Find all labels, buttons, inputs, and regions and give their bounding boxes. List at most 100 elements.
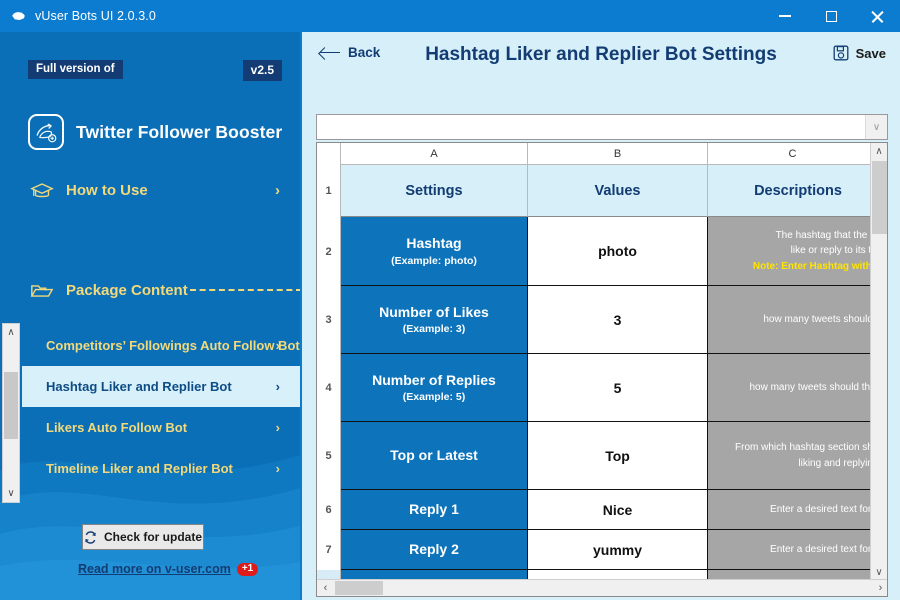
- setting-name: Number of Replies: [372, 371, 496, 388]
- setting-example: (Example: 3): [402, 323, 466, 336]
- version-badge: v2.5: [242, 60, 282, 81]
- sidebar-item-label-how-to-use: How to Use: [66, 181, 148, 199]
- sheet-grid: 1 2 3 4 5 6 7 8 Settings Values Descript…: [317, 165, 887, 581]
- maximize-button[interactable]: [808, 0, 854, 32]
- window-title: vUser Bots UI 2.0.3.0: [35, 9, 156, 23]
- twitter-booster-icon: [28, 114, 64, 150]
- minimize-icon: [779, 15, 791, 17]
- row-number[interactable]: 3: [317, 286, 340, 354]
- check-for-update-button[interactable]: Check for update: [82, 524, 204, 550]
- minimize-button[interactable]: [762, 0, 808, 32]
- table-row: Reply 1 Nice Enter a desired text for tw: [341, 490, 887, 530]
- description-cell-reply-1[interactable]: Enter a desired text for tw: [708, 490, 887, 530]
- chevron-right-icon: ›: [275, 379, 280, 394]
- column-header-b[interactable]: B: [528, 143, 708, 165]
- row-number[interactable]: 5: [317, 422, 340, 490]
- section-divider: [190, 289, 300, 291]
- bot-label: Likers Auto Follow Bot: [46, 420, 188, 435]
- value-cell-reply-2[interactable]: yummy: [528, 530, 708, 570]
- sidebar-item-hashtag-liker-bot[interactable]: Hashtag Liker and Replier Bot ›: [22, 366, 300, 407]
- row-number[interactable]: 6: [317, 490, 340, 530]
- setting-example: (Example: photo): [391, 254, 477, 267]
- sheet-horizontal-scrollbar[interactable]: ‹ ›: [317, 579, 887, 596]
- setting-cell-hashtag[interactable]: Hashtag (Example: photo): [341, 217, 528, 286]
- setting-cell-number-of-replies[interactable]: Number of Replies (Example: 5): [341, 354, 528, 422]
- save-button[interactable]: Save: [833, 45, 886, 61]
- profile-select[interactable]: ∨: [316, 114, 888, 140]
- row-number[interactable]: 4: [317, 354, 340, 422]
- row-number[interactable]: 1: [317, 165, 340, 217]
- graduation-cap-icon: [30, 181, 60, 200]
- column-header-a[interactable]: A: [341, 143, 528, 165]
- horizontal-scrollbar-thumb[interactable]: [335, 581, 383, 595]
- scroll-up-icon[interactable]: ∧: [3, 324, 19, 341]
- bot-label: Competitors’ Followings Auto Follow Bot: [46, 338, 300, 353]
- chevron-right-icon: ›: [275, 461, 280, 476]
- table-row: Hashtag (Example: photo) photo The hasht…: [341, 217, 887, 286]
- description-cell-number-of-likes[interactable]: how many tweets should th: [708, 286, 887, 354]
- value-cell-reply-1[interactable]: Nice: [528, 490, 708, 530]
- description-note: Note: Enter Hashtag withou: [752, 260, 884, 272]
- column-header-row: A B C: [317, 143, 887, 165]
- setting-name: Reply 2: [409, 541, 459, 558]
- save-label: Save: [855, 45, 886, 61]
- setting-example: (Example: 5): [402, 391, 466, 404]
- brand-name: Twitter Follower Booster: [76, 121, 283, 142]
- cloud-icon: [12, 9, 26, 23]
- sidebar-scrollbar[interactable]: ∧ ∨: [2, 323, 20, 503]
- sidebar: Full version of v2.5 Twitter Follower Bo…: [0, 32, 300, 600]
- setting-cell-number-of-likes[interactable]: Number of Likes (Example: 3): [341, 286, 528, 354]
- row-number[interactable]: 7: [317, 530, 340, 570]
- close-button[interactable]: [854, 0, 900, 32]
- row-number[interactable]: 2: [317, 217, 340, 286]
- page-title: Hashtag Liker and Replier Bot Settings: [425, 44, 777, 65]
- sheet-vertical-scrollbar[interactable]: ∧ ∨: [870, 143, 887, 581]
- vertical-scrollbar-thumb[interactable]: [872, 161, 887, 234]
- main-panel: Back Hashtag Liker and Replier Bot Setti…: [300, 32, 900, 600]
- table-row: Reply 2 yummy Enter a desired text for t…: [341, 530, 887, 570]
- description-cell-number-of-replies[interactable]: how many tweets should the b: [708, 354, 887, 422]
- scroll-right-icon[interactable]: ›: [872, 580, 887, 596]
- check-for-update-label: Check for update: [103, 530, 202, 544]
- sidebar-scrollbar-thumb[interactable]: [4, 372, 18, 439]
- table-row: Number of Likes (Example: 3) 3 how many …: [341, 286, 887, 354]
- scroll-up-icon[interactable]: ∧: [871, 143, 887, 160]
- sidebar-item-timeline-liker-bot[interactable]: Timeline Liker and Replier Bot ›: [22, 448, 300, 489]
- setting-name: Number of Likes: [379, 303, 489, 320]
- description-line: From which hashtag section shou: [735, 442, 884, 453]
- read-more-link[interactable]: Read more on v-user.com: [78, 562, 231, 576]
- chevron-down-icon[interactable]: ∨: [865, 115, 887, 139]
- bot-list: Competitors’ Followings Auto Follow Bot …: [22, 325, 300, 503]
- description-line: The hashtag that the bot: [775, 229, 884, 241]
- chevron-right-icon: ›: [275, 181, 280, 199]
- close-icon: [871, 10, 884, 23]
- value-cell-number-of-likes[interactable]: 3: [528, 286, 708, 354]
- value-cell-top-or-latest[interactable]: Top: [528, 422, 708, 490]
- maximize-icon: [825, 10, 837, 22]
- folder-open-icon: [30, 281, 60, 300]
- setting-cell-reply-2[interactable]: Reply 2: [341, 530, 528, 570]
- sidebar-item-how-to-use[interactable]: How to Use ›: [0, 172, 300, 208]
- sidebar-item-competitors-followings-bot[interactable]: Competitors’ Followings Auto Follow Bot …: [22, 325, 300, 366]
- description-cell-hashtag[interactable]: The hashtag that the bot like or reply t…: [708, 217, 887, 286]
- sidebar-item-likers-auto-follow-bot[interactable]: Likers Auto Follow Bot ›: [22, 407, 300, 448]
- value-cell-hashtag[interactable]: photo: [528, 217, 708, 286]
- description-cell-top-or-latest[interactable]: From which hashtag section shou liking a…: [708, 422, 887, 490]
- sheet-rows: Settings Values Descriptions Hashtag (Ex…: [341, 165, 887, 581]
- table-row: Number of Replies (Example: 5) 5 how man…: [341, 354, 887, 422]
- description-line: how many tweets should th: [763, 313, 884, 325]
- setting-name: Hashtag: [406, 235, 462, 252]
- sheet-corner[interactable]: [317, 143, 341, 165]
- scroll-down-icon[interactable]: ∨: [3, 485, 19, 502]
- full-version-badge: Full version of: [28, 60, 123, 79]
- sidebar-section-package-content[interactable]: Package Content: [0, 272, 300, 308]
- setting-cell-reply-1[interactable]: Reply 1: [341, 490, 528, 530]
- value-cell-number-of-replies[interactable]: 5: [528, 354, 708, 422]
- description-cell-reply-2[interactable]: Enter a desired text for tw: [708, 530, 887, 570]
- floppy-disk-icon: [833, 45, 849, 61]
- scroll-left-icon[interactable]: ‹: [317, 580, 334, 596]
- column-header-c[interactable]: C: [708, 143, 878, 165]
- refresh-icon: [84, 530, 97, 544]
- window-titlebar: vUser Bots UI 2.0.3.0: [0, 0, 900, 32]
- setting-cell-top-or-latest[interactable]: Top or Latest: [341, 422, 528, 490]
